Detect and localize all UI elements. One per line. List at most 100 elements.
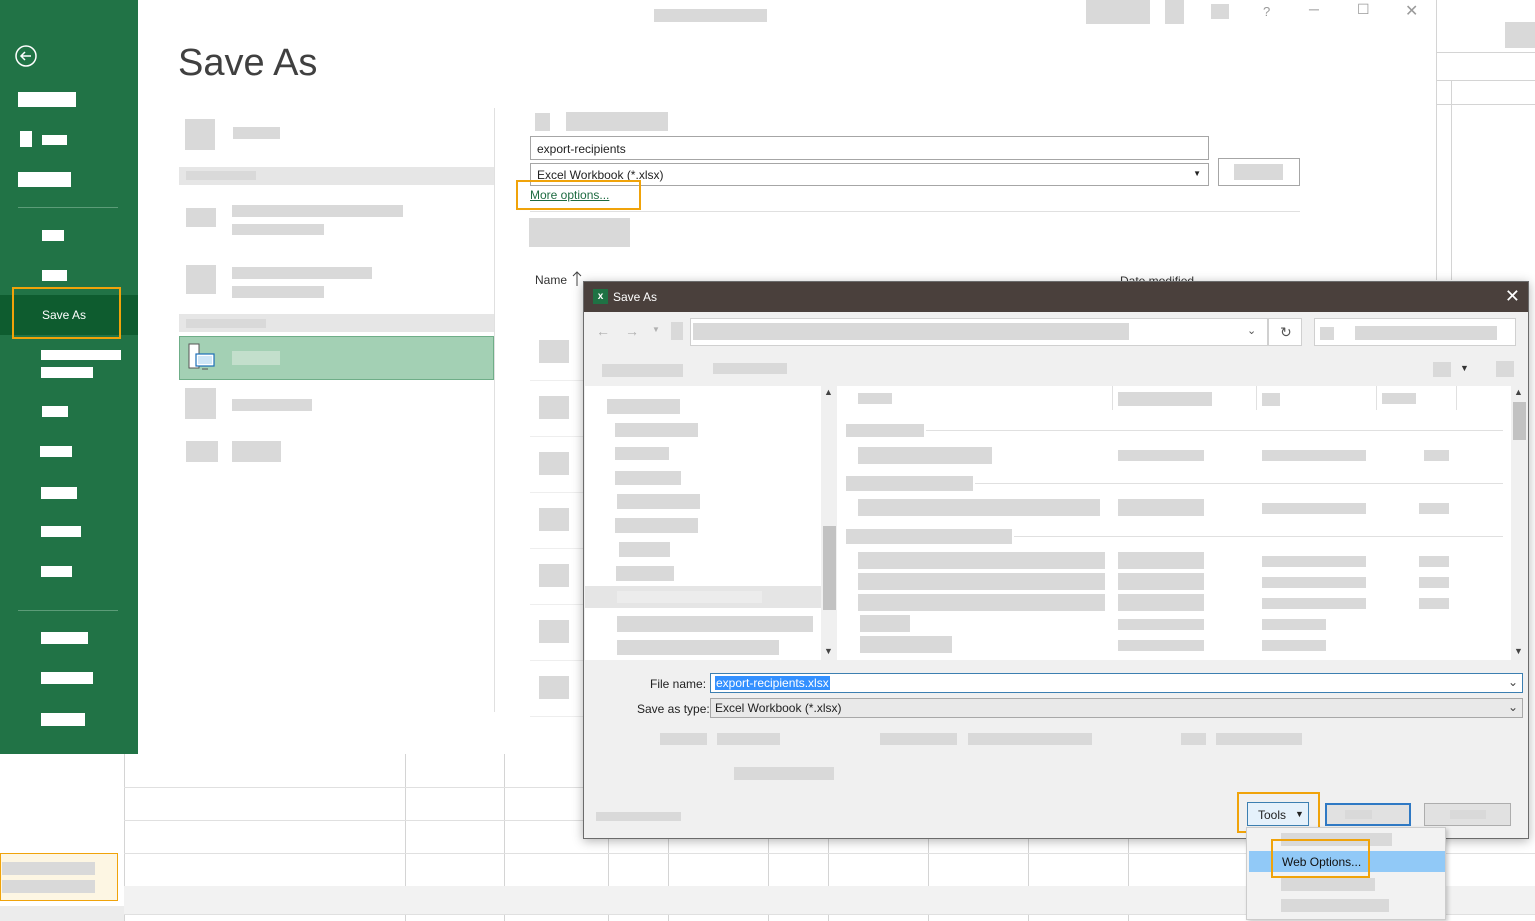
- tags-label: [880, 733, 957, 745]
- file-name-label: File name:: [650, 677, 707, 691]
- nav-item-options[interactable]: [41, 713, 85, 726]
- nav-item-new-icon[interactable]: [20, 131, 32, 147]
- location-recent-icon[interactable]: [185, 119, 215, 150]
- organize-button[interactable]: [602, 364, 683, 377]
- back-nav-icon[interactable]: ←: [596, 323, 610, 339]
- location-add-place-label[interactable]: [232, 399, 312, 411]
- help-icon[interactable]: ?: [1263, 4, 1270, 19]
- file-name-input[interactable]: export-recipients.xlsx ⌄: [710, 673, 1523, 693]
- tags-value[interactable]: [968, 733, 1092, 745]
- menu-item-compress-pictures[interactable]: [1281, 899, 1389, 912]
- folder-up-icon[interactable]: [535, 113, 550, 131]
- file-row-icon[interactable]: [539, 340, 569, 363]
- nav-item-share[interactable]: [41, 487, 77, 499]
- account-name[interactable]: [1086, 0, 1150, 24]
- location-add-place-icon[interactable]: [185, 388, 216, 419]
- cancel-button[interactable]: [1424, 803, 1511, 826]
- backstage-nav: Save As: [0, 0, 138, 754]
- selected-cell-range[interactable]: [0, 853, 118, 901]
- location-browse-label[interactable]: [232, 441, 281, 462]
- save-as-type-select[interactable]: Excel Workbook (*.xlsx) ⌄: [710, 698, 1523, 718]
- save-as-dialog: x Save As ✕ ← → ▼ ⌄ ↻ ▼ ▲ ▼ ▲ ▼ File nam…: [583, 281, 1529, 839]
- file-row-icon[interactable]: [539, 396, 569, 419]
- nav-item-print[interactable]: [40, 446, 72, 457]
- location-group-header: [179, 167, 494, 185]
- file-row-icon[interactable]: [539, 564, 569, 587]
- help-dialog-button[interactable]: [1496, 361, 1514, 377]
- refresh-button[interactable]: ↻: [1268, 318, 1302, 346]
- save-thumbnail-checkbox[interactable]: [734, 767, 834, 780]
- window-close-icon[interactable]: ✕: [1405, 1, 1418, 21]
- current-folder-path[interactable]: [566, 112, 668, 131]
- file-list-scrollbar[interactable]: ▲ ▼: [1511, 386, 1527, 660]
- new-folder-dialog-button[interactable]: [713, 363, 787, 374]
- menu-item-general-options[interactable]: [1281, 878, 1375, 891]
- dialog-titlebar[interactable]: x Save As ✕: [584, 282, 1528, 312]
- window-title: [654, 9, 767, 22]
- scroll-down-icon[interactable]: ▼: [1514, 646, 1523, 656]
- address-bar[interactable]: ⌄: [690, 318, 1268, 346]
- chevron-down-icon[interactable]: ⌄: [1508, 675, 1518, 689]
- scroll-up-icon[interactable]: ▲: [1514, 387, 1523, 397]
- nav-pane-scrollbar[interactable]: ▲ ▼: [821, 386, 837, 660]
- location-recent-label[interactable]: [233, 127, 280, 139]
- nav-item-export[interactable]: [41, 526, 81, 537]
- location-sites-label[interactable]: [232, 267, 372, 279]
- nav-item-feedback[interactable]: [41, 672, 93, 684]
- navigation-pane[interactable]: [585, 386, 821, 660]
- title-value[interactable]: [1216, 733, 1302, 745]
- nav-item-account[interactable]: [41, 632, 88, 644]
- file-row-icon[interactable]: [539, 620, 569, 643]
- chevron-down-icon[interactable]: ⌄: [1247, 324, 1256, 337]
- search-box[interactable]: [1314, 318, 1516, 346]
- share-button[interactable]: [1211, 4, 1229, 19]
- excel-icon: x: [593, 289, 608, 304]
- authors-label: [660, 733, 707, 745]
- view-options-button[interactable]: [1433, 362, 1451, 377]
- backstage-save-button[interactable]: [1218, 158, 1300, 186]
- nav-item-home[interactable]: [18, 92, 76, 107]
- nav-pane-selected-item[interactable]: [585, 586, 821, 608]
- backstage-file-name-input[interactable]: export-recipients: [530, 136, 1209, 160]
- location-group-header-2: [179, 314, 494, 332]
- view-dropdown-icon[interactable]: ▼: [1460, 363, 1469, 373]
- location-onedrive-label[interactable]: [232, 205, 403, 217]
- save-as-type-label: Save as type:: [637, 702, 710, 716]
- up-folder-icon[interactable]: [671, 322, 683, 340]
- ribbon-display-button[interactable]: [1165, 0, 1184, 24]
- close-icon[interactable]: ✕: [1505, 286, 1520, 306]
- file-row-icon[interactable]: [539, 676, 569, 699]
- nav-item-save[interactable]: [42, 270, 67, 281]
- back-button[interactable]: [14, 44, 38, 68]
- nav-item-history[interactable]: [42, 406, 68, 417]
- sort-up-icon: [572, 271, 582, 286]
- file-name-value: export-recipients.xlsx: [715, 676, 830, 690]
- nav-item-new[interactable]: [42, 135, 67, 145]
- file-row-icon[interactable]: [539, 452, 569, 475]
- minimize-icon[interactable]: ─: [1309, 1, 1319, 17]
- recent-locations-icon[interactable]: ▼: [652, 325, 660, 334]
- location-onedrive-icon[interactable]: [186, 208, 216, 227]
- hide-folders-button[interactable]: [596, 812, 681, 821]
- forward-nav-icon[interactable]: →: [625, 323, 639, 339]
- computer-icon: [188, 343, 215, 370]
- nav-item-save-as-adobe[interactable]: [41, 350, 121, 360]
- authors-value[interactable]: [717, 733, 780, 745]
- nav-item-close[interactable]: [41, 566, 72, 577]
- nav-item-info[interactable]: [42, 230, 64, 241]
- nav-item-open[interactable]: [18, 172, 71, 187]
- background-window-edge: [1436, 0, 1535, 280]
- new-folder-button[interactable]: [529, 218, 630, 247]
- refresh-icon: ↻: [1280, 324, 1292, 340]
- chevron-down-icon: ▼: [1193, 169, 1201, 178]
- save-button[interactable]: [1325, 803, 1411, 826]
- location-browse-icon[interactable]: [186, 441, 218, 462]
- file-list[interactable]: [837, 386, 1527, 660]
- scroll-down-icon[interactable]: ▼: [824, 646, 833, 656]
- name-column-header[interactable]: Name: [535, 273, 567, 287]
- scroll-up-icon[interactable]: ▲: [824, 387, 833, 397]
- file-row-icon[interactable]: [539, 508, 569, 531]
- location-sites-icon[interactable]: [186, 265, 216, 294]
- location-this-pc[interactable]: [179, 336, 494, 380]
- maximize-icon[interactable]: ☐: [1357, 1, 1370, 18]
